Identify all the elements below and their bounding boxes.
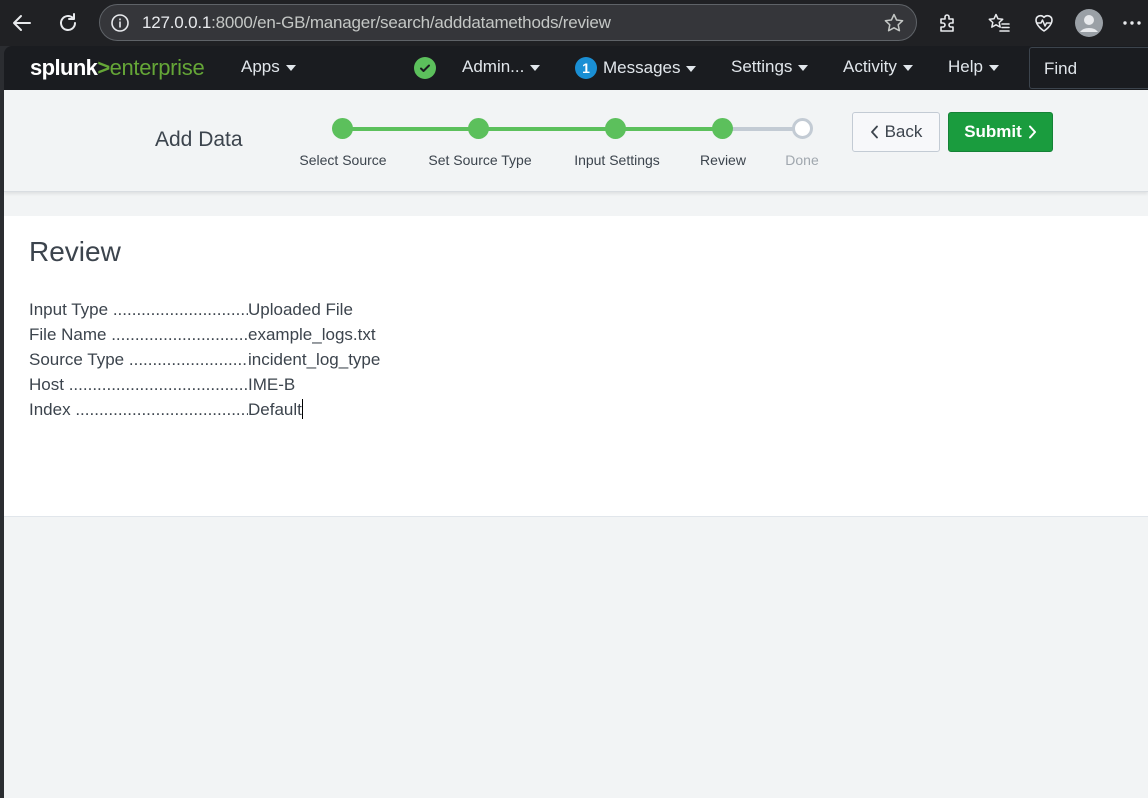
review-value: IME-B xyxy=(248,375,296,394)
favorites-list-icon[interactable] xyxy=(983,7,1015,39)
step-dot-select-source xyxy=(332,118,353,139)
review-row-input-type: Input Type .............................… xyxy=(29,297,380,322)
review-key: Input Type .............................… xyxy=(29,300,248,319)
review-key: File Name ..............................… xyxy=(29,325,248,344)
review-key: Host ...................................… xyxy=(29,375,248,394)
step-label-done: Done xyxy=(785,152,819,168)
review-key: Index ..................................… xyxy=(29,400,248,419)
address-bar[interactable]: 127.0.0.1:8000/en-GB/manager/search/addd… xyxy=(99,4,917,41)
browser-toolbar: 127.0.0.1:8000/en-GB/manager/search/addd… xyxy=(0,0,1148,46)
help-menu-label: Help xyxy=(948,57,983,76)
progress-track-remaining xyxy=(722,127,802,131)
step-dot-done xyxy=(792,118,813,139)
apps-menu-label: Apps xyxy=(241,57,280,76)
review-row-source-type: Source Type ............................… xyxy=(29,347,380,372)
browser-health-icon[interactable] xyxy=(1028,7,1060,39)
logo-enterprise-text: enterprise xyxy=(109,55,205,80)
review-row-file-name: File Name ..............................… xyxy=(29,322,380,347)
review-value: incident_log_type xyxy=(248,350,381,369)
step-dot-input-settings xyxy=(605,118,626,139)
admin-menu[interactable]: Admin... xyxy=(462,57,541,77)
profile-avatar-icon[interactable] xyxy=(1073,7,1105,39)
back-arrow-icon[interactable] xyxy=(6,7,38,39)
find-search-input[interactable]: Find xyxy=(1029,47,1148,89)
step-label-input-settings: Input Settings xyxy=(574,152,660,168)
chevron-down-icon xyxy=(686,66,697,72)
apps-menu[interactable]: Apps xyxy=(241,57,296,77)
chevron-down-icon xyxy=(530,65,541,71)
review-value: Uploaded File xyxy=(248,300,353,319)
url-path: :8000/en-GB/manager/search/adddatamethod… xyxy=(211,13,611,32)
admin-menu-label: Admin... xyxy=(462,57,525,76)
favorite-star-icon[interactable] xyxy=(880,9,908,37)
back-button[interactable]: Back xyxy=(852,112,940,152)
review-key: Source Type ............................… xyxy=(29,350,248,369)
splunk-logo[interactable]: splunk>enterprise xyxy=(30,55,205,81)
help-menu[interactable]: Help xyxy=(948,57,999,77)
text-cursor xyxy=(301,399,303,419)
page-title: Add Data xyxy=(155,128,243,151)
step-label-set-source-type: Set Source Type xyxy=(428,152,532,168)
submit-button[interactable]: Submit xyxy=(948,112,1053,152)
refresh-icon[interactable] xyxy=(52,7,84,39)
messages-count-badge: 1 xyxy=(575,57,597,79)
step-dot-set-source-type xyxy=(468,118,489,139)
review-details: Input Type .............................… xyxy=(29,297,380,422)
chevron-down-icon xyxy=(988,65,999,71)
review-heading: Review xyxy=(29,236,121,267)
splunk-top-nav: splunk>enterprise Apps Admin... 1 Message… xyxy=(4,46,1148,90)
review-panel: Review Input Type ......................… xyxy=(4,216,1148,517)
messages-menu-label: Messages xyxy=(603,58,681,77)
activity-menu[interactable]: Activity xyxy=(843,57,913,77)
chevron-left-icon xyxy=(870,125,878,139)
page-body: Add Data Select Source Set Source Type I… xyxy=(4,90,1148,798)
logo-gt-text: > xyxy=(97,55,110,80)
activity-menu-label: Activity xyxy=(843,57,897,76)
review-row-index: Index ..................................… xyxy=(29,397,380,422)
step-label-review: Review xyxy=(700,152,746,168)
settings-menu[interactable]: Settings xyxy=(731,57,809,77)
extensions-puzzle-icon[interactable] xyxy=(932,7,964,39)
review-row-host: Host ...................................… xyxy=(29,372,380,397)
messages-menu[interactable]: 1 Messages xyxy=(575,57,697,79)
find-placeholder: Find xyxy=(1044,59,1078,78)
step-label-select-source: Select Source xyxy=(299,152,387,168)
review-value: Default xyxy=(248,399,303,419)
review-value: example_logs.txt xyxy=(248,325,376,344)
back-button-label: Back xyxy=(884,122,923,141)
step-dot-review xyxy=(712,118,733,139)
logo-splunk-text: splunk xyxy=(30,55,98,80)
url-host: 127.0.0.1 xyxy=(142,13,212,32)
chevron-down-icon xyxy=(902,65,913,71)
url-text: 127.0.0.1:8000/en-GB/manager/search/addd… xyxy=(142,13,611,33)
settings-menu-label: Settings xyxy=(731,57,793,76)
add-data-wizard-bar: Add Data Select Source Set Source Type I… xyxy=(4,90,1148,192)
site-info-icon[interactable] xyxy=(110,13,130,33)
chevron-down-icon xyxy=(798,65,809,71)
submit-button-label: Submit xyxy=(964,122,1022,141)
more-menu-icon[interactable] xyxy=(1116,7,1148,39)
chevron-right-icon xyxy=(1028,125,1036,139)
progress-track-complete xyxy=(342,127,722,131)
health-status-check-icon[interactable] xyxy=(414,57,436,79)
chevron-down-icon xyxy=(285,65,296,71)
